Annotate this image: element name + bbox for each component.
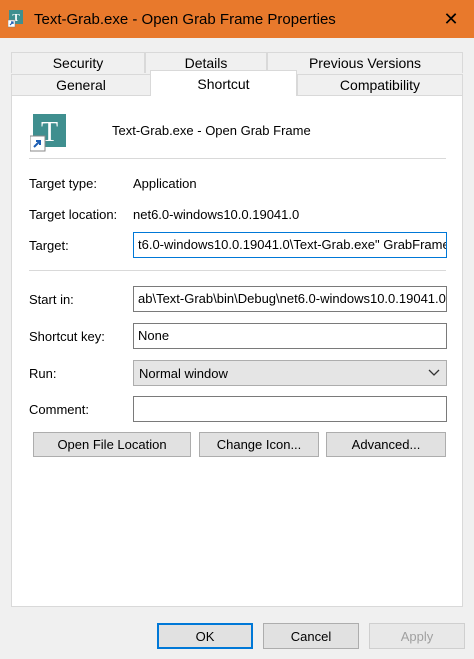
target-type-label: Target type: <box>29 176 97 191</box>
button-label: Open File Location <box>57 437 167 452</box>
tab-label: General <box>56 77 106 93</box>
button-label: Cancel <box>290 628 332 644</box>
chevron-down-icon <box>428 364 440 383</box>
comment-input[interactable] <box>133 396 447 422</box>
button-label: Apply <box>400 628 434 644</box>
separator <box>29 270 446 271</box>
shortcut-key-label: Shortcut key: <box>29 329 105 344</box>
window-title: Text-Grab.exe - Open Grab Frame Properti… <box>34 11 336 28</box>
tab-label: Details <box>184 55 228 71</box>
target-type-value: Application <box>133 176 197 191</box>
tab-security[interactable]: Security <box>11 52 145 73</box>
run-select[interactable]: Normal window <box>133 360 447 386</box>
target-location-label: Target location: <box>29 207 118 222</box>
open-file-location-button[interactable]: Open File Location <box>33 432 191 457</box>
comment-label: Comment: <box>29 402 89 417</box>
target-input[interactable]: t6.0-windows10.0.19041.0\Text-Grab.exe" … <box>133 232 447 258</box>
tab-general[interactable]: General <box>11 74 151 95</box>
title-bar: T Text-Grab.exe - Open Grab Frame Proper… <box>0 0 474 38</box>
tab-shortcut[interactable]: Shortcut <box>150 70 297 96</box>
tab-label: Compatibility <box>339 77 421 93</box>
tab-compatibility[interactable]: Compatibility <box>297 74 463 95</box>
run-label: Run: <box>29 366 57 381</box>
tab-label: Shortcut <box>197 75 250 92</box>
tab-label: Previous Versions <box>308 55 422 71</box>
shortcut-panel: T Text-Grab.exe - Open Grab Frame Target… <box>11 95 463 607</box>
change-icon-button[interactable]: Change Icon... <box>199 432 319 457</box>
advanced-button[interactable]: Advanced... <box>326 432 446 457</box>
apply-button[interactable]: Apply <box>369 623 465 649</box>
tab-label: Security <box>52 55 104 71</box>
app-icon: T <box>8 10 23 28</box>
button-label: Change Icon... <box>216 437 302 452</box>
button-label: Advanced... <box>351 437 421 452</box>
target-location-value: net6.0-windows10.0.19041.0 <box>133 207 300 222</box>
cancel-button[interactable]: Cancel <box>263 623 359 649</box>
start-in-label: Start in: <box>29 292 74 307</box>
run-selected-value: Normal window <box>139 366 228 381</box>
start-in-input[interactable]: ab\Text-Grab\bin\Debug\net6.0-windows10.… <box>133 286 447 312</box>
shortcut-app-icon: T <box>30 114 66 152</box>
close-button[interactable]: ✕ <box>428 0 474 38</box>
shortcut-key-input[interactable]: None <box>133 323 447 349</box>
button-label: OK <box>195 628 215 644</box>
separator <box>29 158 446 159</box>
ok-button[interactable]: OK <box>157 623 253 649</box>
shortcut-name: Text-Grab.exe - Open Grab Frame <box>112 123 311 138</box>
close-icon: ✕ <box>443 8 459 29</box>
target-label: Target: <box>29 238 69 253</box>
